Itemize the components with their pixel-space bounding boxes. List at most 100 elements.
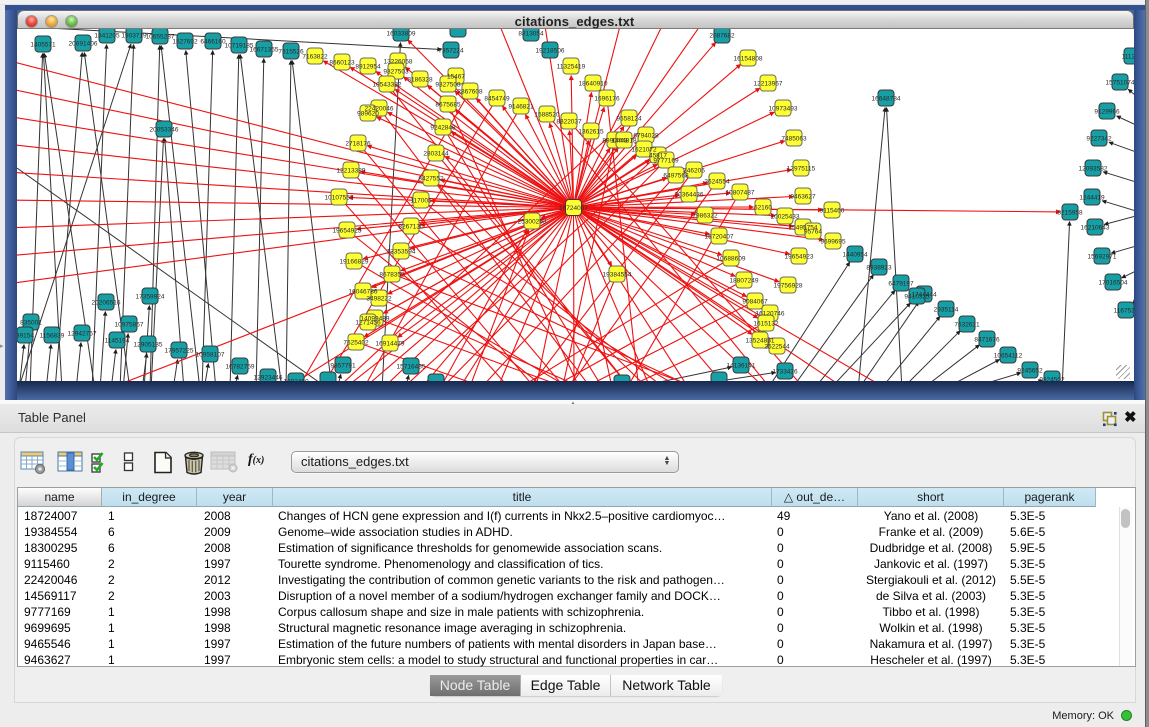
svg-text:20364436: 20364436 <box>675 192 704 199</box>
svg-text:9410325: 9410325 <box>904 294 930 301</box>
svg-text:10807487: 10807487 <box>726 190 755 197</box>
svg-text:7357224: 7357224 <box>438 48 464 55</box>
svg-text:16210643: 16210643 <box>1081 225 1110 232</box>
svg-text:9146821: 9146821 <box>508 104 534 111</box>
svg-text:1696176: 1696176 <box>594 96 620 103</box>
svg-text:1841205: 1841205 <box>94 33 120 40</box>
svg-text:16154808: 16154808 <box>734 56 763 63</box>
svg-text:19166829: 19166829 <box>340 259 369 266</box>
svg-text:9245652: 9245652 <box>1017 368 1043 375</box>
svg-text:8471676: 8471676 <box>974 337 1000 344</box>
svg-text:62160: 62160 <box>754 205 772 212</box>
svg-text:12093582: 12093582 <box>1079 166 1108 173</box>
svg-text:10958107: 10958107 <box>196 352 225 359</box>
svg-text:2718176: 2718176 <box>345 141 371 148</box>
svg-text:39154: 39154 <box>17 333 34 340</box>
svg-text:20206516: 20206516 <box>92 300 121 307</box>
svg-text:19654923: 19654923 <box>785 254 814 261</box>
svg-text:1405571: 1405571 <box>30 42 56 49</box>
svg-text:8186328: 8186328 <box>407 77 433 84</box>
svg-text:10654112: 10654112 <box>994 353 1023 360</box>
svg-text:1244419: 1244419 <box>1079 195 1105 202</box>
svg-text:1588520: 1588520 <box>534 112 560 119</box>
svg-text:1615132: 1615132 <box>753 321 779 328</box>
svg-text:16046786: 16046786 <box>349 289 378 296</box>
svg-text:18724007: 18724007 <box>559 205 588 212</box>
svg-text:12942757: 12942757 <box>68 331 97 338</box>
svg-text:16671355: 16671355 <box>250 47 279 54</box>
svg-text:20053346: 20053346 <box>150 127 179 134</box>
svg-text:19654925: 19654925 <box>333 228 362 235</box>
svg-text:1362615: 1362615 <box>578 129 604 136</box>
svg-text:2522544: 2522544 <box>764 344 790 351</box>
svg-text:16914479: 16914479 <box>376 341 405 348</box>
svg-text:9699695: 9699695 <box>820 239 846 246</box>
svg-text:1527602: 1527602 <box>172 39 198 46</box>
svg-text:1145194: 1145194 <box>105 338 130 345</box>
svg-text:17957225: 17957225 <box>165 348 194 355</box>
svg-text:12975115: 12975115 <box>787 166 816 173</box>
svg-text:8678352: 8678352 <box>379 272 405 279</box>
svg-text:10973493: 10973493 <box>769 106 798 113</box>
svg-text:3624554: 3624554 <box>704 179 730 186</box>
svg-text:6497568: 6497568 <box>663 173 689 180</box>
svg-text:15716485: 15716485 <box>397 364 426 371</box>
svg-text:2803144: 2803144 <box>423 151 449 158</box>
svg-text:11325419: 11325419 <box>557 64 586 71</box>
svg-text:25300293: 25300293 <box>518 219 547 226</box>
svg-text:8322037: 8322037 <box>556 119 582 126</box>
svg-text:1156839: 1156839 <box>40 333 65 340</box>
svg-text:1440954: 1440954 <box>842 252 868 259</box>
svg-text:16033809: 16033809 <box>387 31 416 38</box>
svg-text:16120746: 16120746 <box>756 311 785 318</box>
svg-text:9129966: 9129966 <box>1094 109 1120 116</box>
svg-text:19384554: 19384554 <box>603 272 632 279</box>
svg-text:2867608: 2867608 <box>457 89 483 96</box>
svg-text:7632621: 7632621 <box>954 322 980 329</box>
svg-text:8813054: 8813054 <box>518 31 544 38</box>
svg-text:16648784: 16648784 <box>872 96 901 103</box>
svg-text:835001: 835001 <box>20 320 42 327</box>
svg-text:16782759: 16782759 <box>226 364 255 371</box>
svg-text:20691406: 20691406 <box>69 41 98 48</box>
svg-text:10655287: 10655287 <box>146 34 175 41</box>
svg-text:7986322: 7986322 <box>692 213 718 220</box>
svg-text:2087682: 2087682 <box>709 33 735 40</box>
svg-text:9857791: 9857791 <box>330 363 356 370</box>
svg-text:13226058: 13226058 <box>384 59 413 66</box>
svg-text:6466160: 6466160 <box>200 39 226 46</box>
svg-text:15692971: 15692971 <box>1088 254 1117 261</box>
svg-text:17359924: 17359924 <box>136 294 165 301</box>
svg-text:9463627: 9463627 <box>790 194 816 201</box>
svg-text:8660123: 8660123 <box>329 60 355 67</box>
svg-text:6479197: 6479197 <box>888 281 914 288</box>
svg-text:8454749: 8454749 <box>484 96 510 103</box>
svg-text:12213967: 12213967 <box>754 81 783 88</box>
svg-text:989620: 989620 <box>357 111 379 118</box>
svg-text:111243: 111243 <box>1122 54 1134 61</box>
svg-text:9115460: 9115460 <box>820 208 845 215</box>
svg-text:8938923: 8938923 <box>866 265 892 272</box>
svg-text:9558124: 9558124 <box>616 116 642 123</box>
svg-text:8267130: 8267130 <box>398 224 424 231</box>
svg-text:95764: 95764 <box>804 229 822 236</box>
svg-text:10688609: 10688609 <box>717 256 746 263</box>
svg-text:15720407: 15720407 <box>705 234 734 241</box>
svg-text:7485063: 7485063 <box>781 136 807 143</box>
svg-text:9777169: 9777169 <box>653 158 679 165</box>
svg-text:8675685: 8675685 <box>435 102 461 109</box>
svg-text:3498222: 3498222 <box>366 296 392 303</box>
svg-text:1903719: 1903719 <box>121 33 147 40</box>
svg-text:8912954: 8912954 <box>355 64 381 71</box>
svg-text:15751074: 15751074 <box>1106 80 1134 87</box>
svg-text:9327503: 9327503 <box>383 69 409 76</box>
svg-text:117005: 117005 <box>410 198 432 205</box>
svg-text:7163822: 7163822 <box>302 54 328 61</box>
svg-text:9227342: 9227342 <box>1086 136 1112 143</box>
svg-text:7515526: 7515526 <box>278 49 304 56</box>
svg-text:1271456: 1271456 <box>355 320 381 327</box>
svg-text:6794028: 6794028 <box>633 133 659 140</box>
svg-text:1444818: 1444818 <box>611 138 637 145</box>
svg-text:14136141: 14136141 <box>727 363 756 370</box>
svg-text:9242848: 9242848 <box>430 125 456 132</box>
